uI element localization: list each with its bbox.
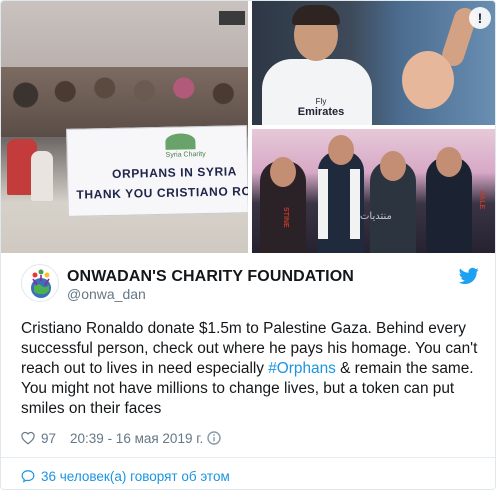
banner-line-2: THANK YOU CRISTIANO RO bbox=[76, 184, 248, 202]
syria-charity-logo-icon bbox=[165, 133, 196, 150]
display-name[interactable]: ONWADAN'S CHARITY FOUNDATION bbox=[67, 268, 354, 286]
info-icon[interactable]: ! bbox=[469, 7, 491, 29]
like-count[interactable]: 97 bbox=[41, 431, 56, 446]
tweet-header: ONWADAN'S CHARITY FOUNDATION @onwa_dan bbox=[1, 253, 495, 313]
jersey-sponsor-text: Emirates bbox=[297, 106, 345, 118]
head-3 bbox=[380, 151, 406, 181]
head-2 bbox=[328, 135, 354, 165]
tweet-meta-row: 97 20:39 - 16 мая 2019 г. bbox=[21, 429, 221, 447]
banner-line-1: ORPHANS IN SYRIA bbox=[111, 164, 238, 181]
head-1 bbox=[270, 157, 296, 187]
info-circle-icon[interactable] bbox=[207, 431, 221, 445]
divider bbox=[1, 457, 495, 458]
people-talking-link[interactable]: 36 человек(а) говорят об этом bbox=[41, 469, 230, 484]
speech-bubble-icon bbox=[21, 470, 35, 483]
user-handle[interactable]: @onwa_dan bbox=[67, 286, 146, 302]
child-face bbox=[402, 51, 454, 109]
avatar[interactable] bbox=[21, 264, 59, 302]
photo-ronaldo-and-child[interactable]: Fly Emirates ! bbox=[252, 1, 495, 125]
tweet-footer[interactable]: 36 человек(а) говорят об этом bbox=[21, 467, 230, 485]
photo-group-palestine-scarves[interactable]: STINE PALE منتديات bbox=[252, 129, 495, 253]
jersey-sponsor: Fly Emirates bbox=[276, 97, 366, 118]
tweet-media-grid[interactable]: Syria Charity ORPHANS IN SYRIA THANK YOU… bbox=[1, 1, 495, 253]
head-4 bbox=[436, 147, 462, 177]
hashtag-link[interactable]: #Orphans bbox=[268, 360, 336, 377]
scarf-right bbox=[350, 169, 360, 239]
tweet-timestamp[interactable]: 20:39 - 16 мая 2019 г. bbox=[70, 431, 203, 446]
jersey-brand: Fly bbox=[315, 97, 327, 106]
photo-syria-orphans-banner[interactable]: Syria Charity ORPHANS IN SYRIA THANK YOU… bbox=[1, 1, 248, 253]
scarf-text-right: PALE bbox=[478, 191, 485, 210]
banner-logo-text: Syria Charity bbox=[165, 150, 206, 159]
twitter-bird-icon[interactable] bbox=[459, 267, 479, 285]
player-hair bbox=[292, 5, 340, 25]
charity-globe-logo-icon bbox=[31, 269, 51, 298]
heart-icon[interactable] bbox=[21, 431, 35, 445]
embedded-tweet-card[interactable]: Syria Charity ORPHANS IN SYRIA THANK YOU… bbox=[0, 0, 496, 490]
scarf-left bbox=[318, 169, 328, 239]
thank-you-banner: Syria Charity ORPHANS IN SYRIA THANK YOU… bbox=[66, 125, 248, 217]
child-white-coat bbox=[31, 151, 53, 201]
forum-watermark: منتديات bbox=[360, 211, 392, 222]
scarf-text-left: STINE bbox=[282, 207, 289, 228]
tweet-text: Cristiano Ronaldo donate $1.5m to Palest… bbox=[21, 319, 489, 419]
wall-window bbox=[219, 11, 245, 25]
